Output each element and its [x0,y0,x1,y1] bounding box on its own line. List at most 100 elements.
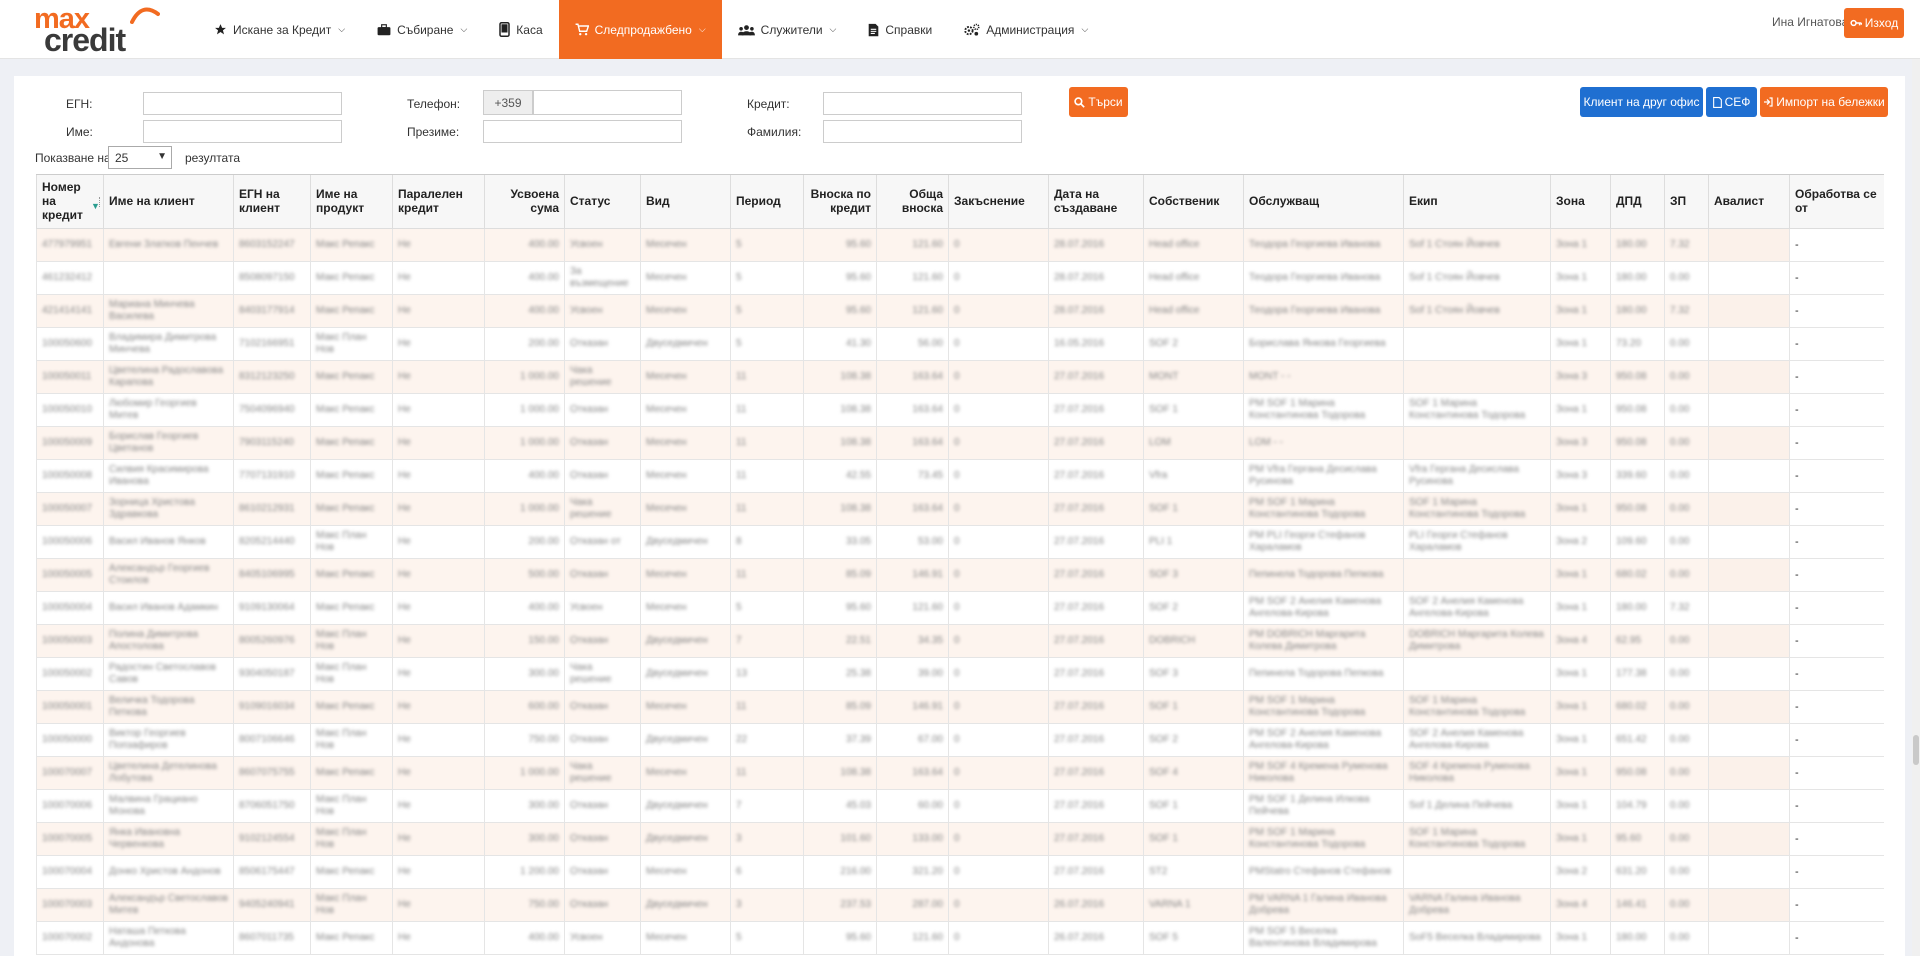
family-label: Фамилия: [747,125,802,139]
column-resize-handle[interactable] [99,197,101,207]
page-size-select[interactable]: 25 ▼ [108,146,172,169]
cell-value: Не [398,568,411,580]
table-cell: 950.08 [1610,392,1665,427]
column-header[interactable]: ЗП [1664,175,1709,229]
name-input[interactable] [143,120,342,143]
cell-value: 95.60 [845,304,871,316]
table-row[interactable]: 100050011 Цветелина Радославова Карапова 8… [36,359,1884,394]
table-row[interactable]: 100050004 Васил Иванов Адамкин 9109130064 М… [36,590,1884,625]
page-scrollbar[interactable] [1912,59,1920,956]
table-cell: Месечен [640,491,731,526]
egn-input[interactable] [143,92,342,115]
column-header[interactable]: Номер на кредит ▼ [36,175,104,229]
cell-value: Месечен [646,370,687,382]
table-row[interactable]: 100050006 Васил Иванов Янков 8205214440 Мак… [36,524,1884,559]
nav-employees[interactable]: Служители ⌵ [722,0,853,59]
cell-value: Зона 1 [1556,502,1588,514]
column-header[interactable]: Обслужващ [1243,175,1404,229]
cell-value: 100050003 [42,634,93,646]
table-row[interactable]: 100070004 Донко Христов Андонов 8506175447… [36,854,1884,889]
table-row[interactable]: 100070002 Наташа Петкова Андонова 86070117… [36,920,1884,955]
column-header[interactable]: Екип [1403,175,1551,229]
column-header[interactable]: Закъснение [948,175,1049,229]
client-other-office-button[interactable]: Клиент на друг офис [1580,87,1703,117]
table-row[interactable]: 100050000 Виктор Георгиев Попзафиров 80071… [36,722,1884,757]
cell-value: Теодора Георгиева Иванова [1249,271,1381,283]
table-row[interactable]: 421414141 Мариана Минчева Василева 8403177… [36,293,1884,328]
table-cell: 11 [730,689,804,724]
table-row[interactable]: 100050008 Силвия Красимирова Иванова 77071… [36,458,1884,493]
credit-input[interactable] [823,92,1022,115]
table-row[interactable]: 100070007 Цветелина Детелинова Лобутова 86… [36,755,1884,790]
table-row[interactable]: 100050003 Полина Димитрова Апостолова 8005… [36,623,1884,658]
cell-value: Зона 1 [1556,271,1588,283]
cell-value: Двуседмичен [646,535,708,547]
column-header[interactable]: Обща вноска [876,175,949,229]
maxcredit-logo[interactable]: max credit [34,4,160,56]
cell-value: Величка Тодорова Петкова [109,694,195,718]
table-row[interactable]: 461232412 8508097150 Макс Репакс Не 400.00 За… [36,260,1884,295]
table-cell: Месечен [640,854,731,889]
table-row[interactable]: 100070005 Янка Ивановна Червенкова 9102124… [36,821,1884,856]
column-header[interactable]: Име на клиент [103,175,234,229]
nav-cashdesk[interactable]: Каса [483,0,558,59]
search-button[interactable]: Търси [1069,87,1128,117]
column-header[interactable]: Обработва се от [1789,175,1884,229]
column-header[interactable]: Дата на създаване [1048,175,1144,229]
table-cell: Месечен [640,755,731,790]
cell-value: 180.00 [1616,271,1647,283]
sef-button[interactable]: СЕФ [1706,87,1757,117]
table-cell [1708,491,1790,526]
table-cell: 0 [948,920,1049,955]
table-row[interactable]: 100050002 Радостин Светославов Савов 93040… [36,656,1884,691]
column-header[interactable]: ЕГН на клиент [233,175,311,229]
nav-collection[interactable]: Събиране ⌵ [361,0,483,59]
cell-value: 180.00 [1616,931,1647,943]
column-header[interactable]: Вид [640,175,731,229]
cell-value: 200.00 [528,337,559,349]
table-cell: Макс План Нов [310,524,393,559]
cell-value: 400.00 [528,469,559,481]
nav-administration[interactable]: Администрация ⌵ [948,0,1104,59]
table-cell: 9109130064 [233,590,311,625]
current-user-name[interactable]: Ина Игнатова [1772,15,1848,29]
column-header[interactable]: Период [730,175,804,229]
cell-value: Макс Репакс [316,370,375,382]
phone-input[interactable] [533,90,682,115]
table-row[interactable]: 100050001 Величка Тодорова Петкова 9109016… [36,689,1884,724]
column-header[interactable]: Вноска по кредит [803,175,877,229]
table-row[interactable]: 100050007 Зорница Христова Здравкова 86102… [36,491,1884,526]
cell-value: Head office [1149,304,1200,316]
nav-reports[interactable]: Справки [852,0,948,59]
column-header[interactable]: Авалист [1708,175,1790,229]
table-cell: 27.07.2016 [1048,689,1144,724]
nav-label: Каса [516,22,543,37]
family-input[interactable] [823,120,1022,143]
nav-aftersales[interactable]: Следпродажбено ⌵ [558,0,722,59]
column-header[interactable]: Име на продукт [310,175,393,229]
table-cell: 750.00 [484,887,565,922]
nav-loan-request[interactable]: Искане за Кредит ⌵ [198,0,361,59]
column-header[interactable]: Статус [564,175,641,229]
table-row[interactable]: 100050005 Александър Георгиев Стоилов 8405… [36,557,1884,592]
cell-value: 100050005 [42,568,93,580]
page-scrollbar-thumb[interactable] [1913,735,1919,765]
table-row[interactable]: 100070006 Малвина Грациано Монова 87060517… [36,788,1884,823]
cell-value: 1 000.00 [520,436,559,448]
table-row[interactable]: 100050600 Владимира Димитрова Минчева 7102… [36,326,1884,361]
cell-value: PM SOF 5 Веселка Валентинова Владимирова [1249,925,1377,949]
table-row[interactable]: 477979951 Евгени Златков Пенчев 8603152247… [36,227,1884,262]
surname-input[interactable] [483,120,682,143]
column-header[interactable]: Собственик [1143,175,1244,229]
table-cell: 0.00 [1664,458,1709,493]
table-row[interactable]: 100070003 Александър Светославов Митев 940… [36,887,1884,922]
logout-button[interactable]: Изход [1844,8,1904,38]
table-row[interactable]: 100050010 Любомир Георгиев Митев 750409694… [36,392,1884,427]
column-header[interactable]: Паралелен кредит [392,175,485,229]
import-notes-button[interactable]: Импорт на бележки [1760,87,1888,117]
table-row[interactable]: 100050009 Борислав Георгиев Цветанов 79031… [36,425,1884,460]
table-cell: 27.07.2016 [1048,722,1144,757]
column-header[interactable]: ДПД [1610,175,1665,229]
column-header[interactable]: Усвоена сума [484,175,565,229]
column-header[interactable]: Зона [1550,175,1611,229]
